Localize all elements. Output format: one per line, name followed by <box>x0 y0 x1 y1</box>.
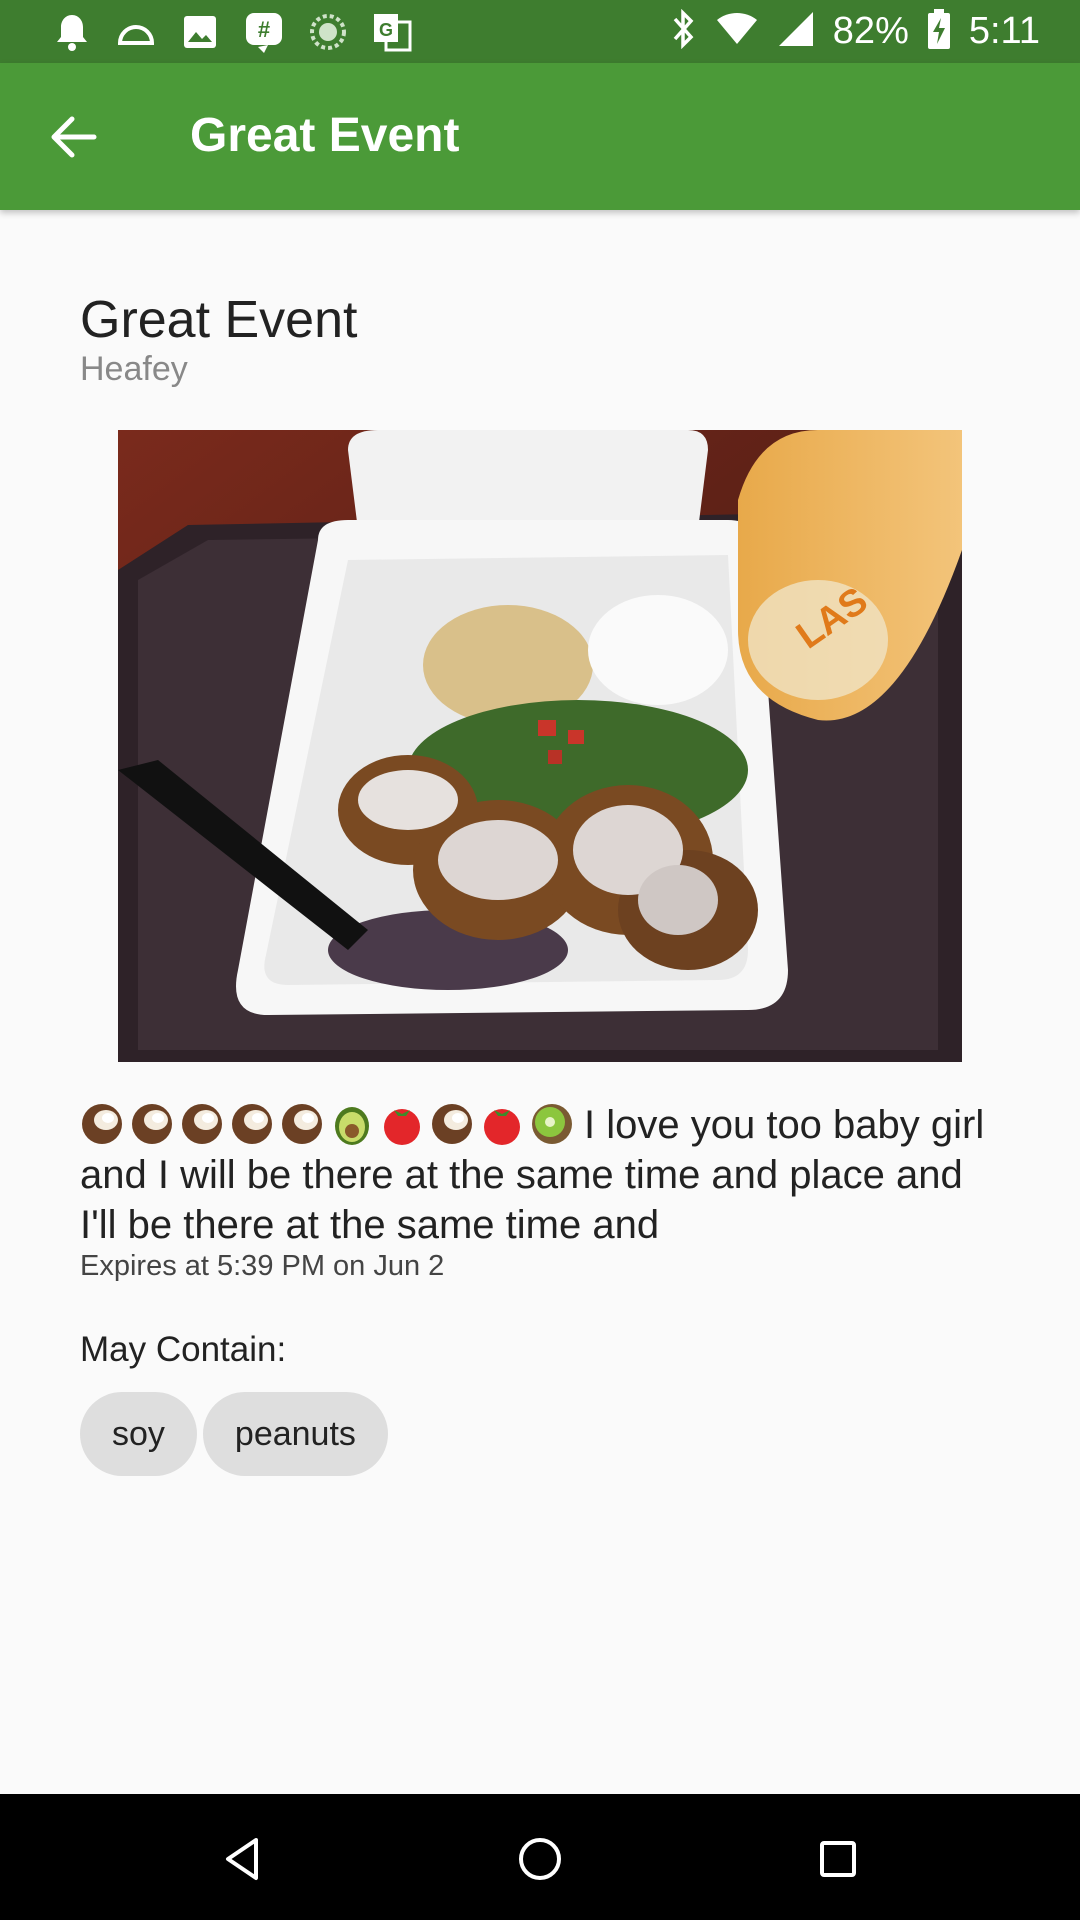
arrow-left-icon <box>51 116 97 158</box>
svg-text:G: G <box>379 20 393 40</box>
battery-percent: 82% <box>832 10 909 52</box>
navigation-bar <box>0 1794 1080 1920</box>
circle-home-icon <box>519 1838 561 1880</box>
signal-icon <box>777 10 815 53</box>
kiwi-icon <box>532 1104 572 1144</box>
bluetooth-icon <box>671 8 697 54</box>
coconut-icon <box>432 1104 472 1144</box>
allergen-chip-peanuts[interactable]: peanuts <box>202 1392 388 1476</box>
notification-icons: # G <box>50 10 414 54</box>
coconut-icon <box>282 1104 322 1144</box>
status-bar: # G 82% 5:11 <box>0 0 1080 63</box>
hashtag-app-icon: # <box>242 10 286 54</box>
coconut-icon <box>82 1104 122 1144</box>
coconut-icon <box>232 1104 272 1144</box>
event-host: Heafey <box>80 350 188 388</box>
tomato-icon <box>384 1109 420 1145</box>
avocado-icon <box>335 1107 369 1145</box>
food-emoji-row <box>80 1102 574 1146</box>
system-status: 82% 5:11 <box>671 0 1040 63</box>
wifi-icon <box>715 12 759 51</box>
square-recents-icon <box>820 1841 856 1877</box>
svg-text:#: # <box>258 17 270 42</box>
may-contain-label: May Contain: <box>80 1330 287 1369</box>
bell-icon <box>50 10 94 54</box>
translate-icon: G <box>370 10 414 54</box>
back-button[interactable] <box>36 103 112 171</box>
coconut-icon <box>132 1104 172 1144</box>
app-bar-title: Great Event <box>190 109 460 162</box>
allergen-chips: soy peanuts <box>80 1392 388 1476</box>
event-photo: LAS <box>118 430 962 1062</box>
nav-back-button[interactable] <box>207 1824 277 1894</box>
coconut-icon <box>182 1104 222 1144</box>
triangle-back-icon <box>226 1838 258 1880</box>
tomato-icon <box>484 1109 520 1145</box>
image-icon <box>178 10 222 54</box>
nav-home-button[interactable] <box>505 1824 575 1894</box>
sync-icon <box>306 10 350 54</box>
nav-recents-button[interactable] <box>803 1824 873 1894</box>
cloud-icon <box>114 10 158 54</box>
app-bar: Great Event <box>0 63 1080 210</box>
battery-icon <box>927 8 951 55</box>
expiry-text: Expires at 5:39 PM on Jun 2 <box>80 1250 445 1282</box>
event-description: I love you too baby girl and I will be t… <box>80 1100 1010 1250</box>
event-title: Great Event <box>80 291 358 349</box>
allergen-chip-soy[interactable]: soy <box>80 1392 197 1476</box>
clock: 5:11 <box>968 10 1040 52</box>
